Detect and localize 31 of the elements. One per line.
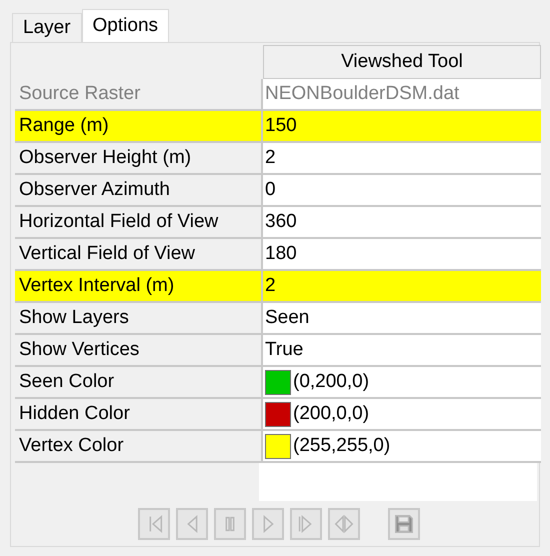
color-value: (255,255,0): [293, 434, 390, 458]
property-value[interactable]: 150: [263, 111, 541, 143]
property-label: Vertical Field of View: [15, 239, 263, 271]
property-value[interactable]: 360: [263, 207, 541, 239]
color-value: (0,200,0): [293, 370, 370, 394]
property-value[interactable]: 2: [263, 271, 541, 303]
tab[interactable]: Options: [82, 9, 170, 42]
column-header: Viewshed Tool: [263, 45, 541, 79]
property-value[interactable]: 180: [263, 239, 541, 271]
tab[interactable]: Layer: [12, 13, 82, 42]
property-label: Vertex Color: [15, 431, 263, 463]
property-value[interactable]: (200,0,0): [263, 399, 541, 431]
property-label: Show Vertices: [15, 335, 263, 367]
property-value[interactable]: 0: [263, 175, 541, 207]
color-value: (200,0,0): [293, 402, 370, 426]
property-value[interactable]: (0,200,0): [263, 367, 541, 399]
property-value[interactable]: (255,255,0): [263, 431, 541, 463]
double-arrow-icon: [333, 513, 355, 535]
property-label: Source Raster: [15, 79, 263, 111]
property-label: Range (m): [15, 111, 263, 143]
property-value[interactable]: True: [263, 335, 541, 367]
property-value[interactable]: Seen: [263, 303, 541, 335]
property-label: Seen Color: [15, 367, 263, 399]
property-label: Observer Height (m): [15, 143, 263, 175]
property-label: Observer Azimuth: [15, 175, 263, 207]
property-label: Vertex Interval (m): [15, 271, 263, 303]
property-label: Show Layers: [15, 303, 263, 335]
property-label: Horizontal Field of View: [15, 207, 263, 239]
property-label: Hidden Color: [15, 399, 263, 431]
save-icon: [393, 513, 415, 535]
property-value[interactable]: 2: [263, 143, 541, 175]
